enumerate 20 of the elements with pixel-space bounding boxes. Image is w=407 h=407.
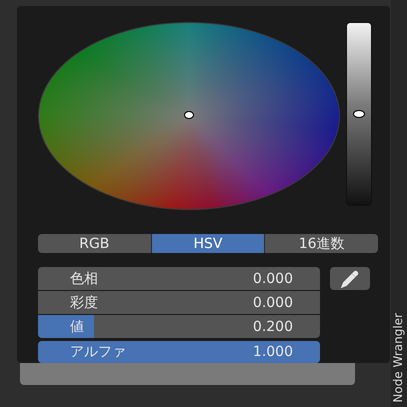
value-slider[interactable] <box>346 22 372 206</box>
number-field[interactable]: 彩度 0.000 <box>38 291 320 314</box>
field-value: 0.200 <box>252 318 293 334</box>
field-label: 色相 <box>70 270 98 288</box>
sidebar-tab[interactable]: Node Wrangler <box>391 313 405 403</box>
field-value: 0.000 <box>252 270 293 286</box>
mode-tab[interactable]: HSV <box>152 234 264 253</box>
wheel-cursor[interactable] <box>184 111 194 119</box>
number-field[interactable]: アルファ 1.000 <box>38 341 320 363</box>
number-field[interactable]: 値 0.200 <box>38 315 320 338</box>
mode-tab[interactable]: RGB <box>38 234 151 253</box>
field-value: 1.000 <box>252 344 293 360</box>
mode-tab[interactable]: 16進数 <box>265 234 378 253</box>
eyedropper-button[interactable] <box>330 267 370 290</box>
slider-thumb[interactable] <box>353 110 365 118</box>
field-value: 0.000 <box>252 294 293 310</box>
field-label: アルファ <box>70 343 126 361</box>
number-field[interactable]: 色相 0.000 <box>38 267 320 290</box>
field-label: 彩度 <box>70 294 98 312</box>
field-label: 値 <box>70 318 84 336</box>
